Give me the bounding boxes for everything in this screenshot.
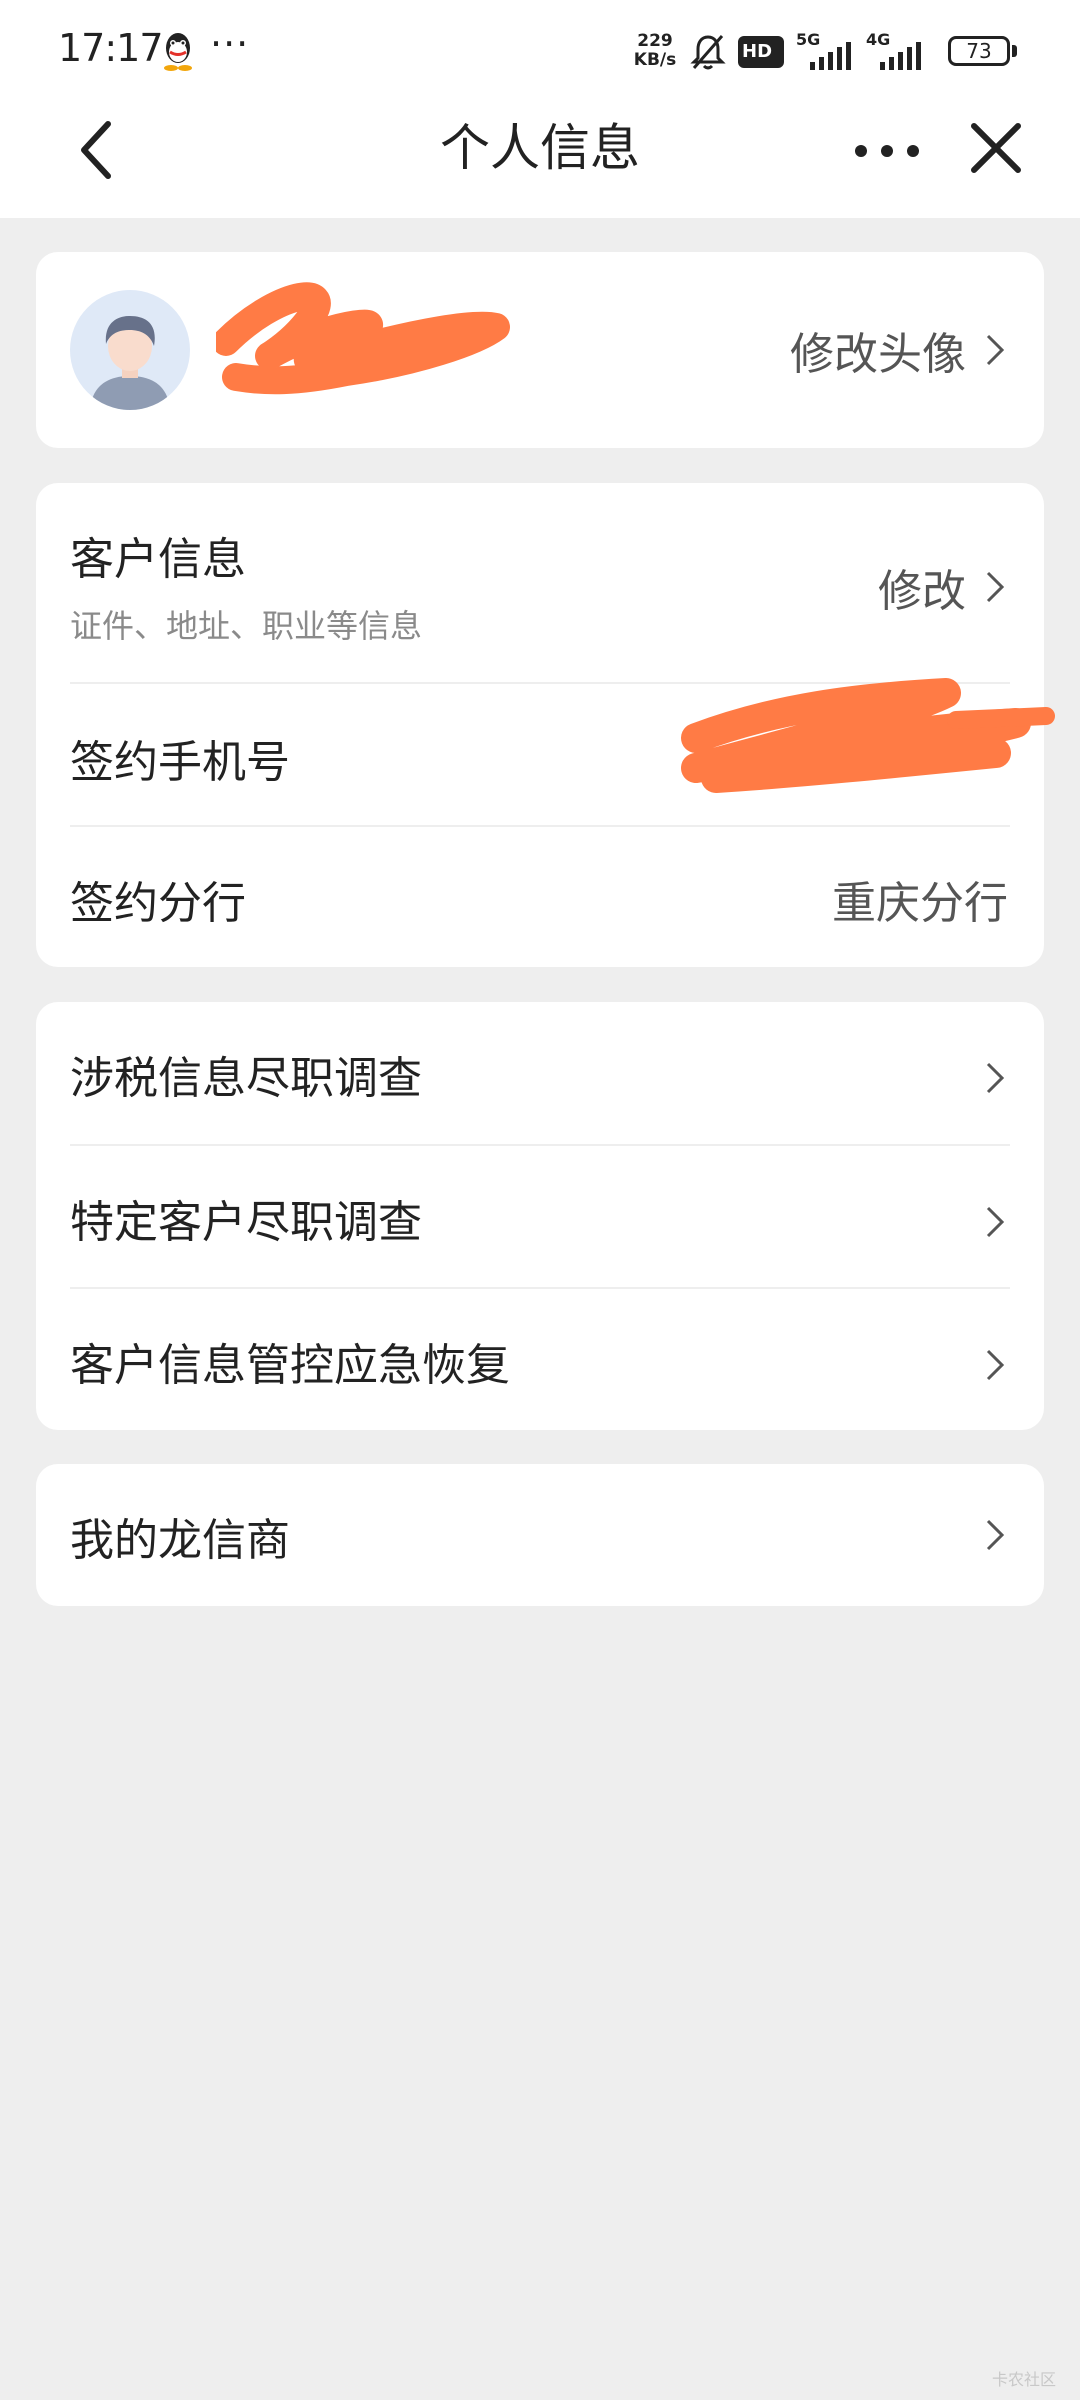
- battery-icon: 73: [948, 36, 1010, 66]
- specific-customer-survey-label: 特定客户尽职调查: [70, 1197, 422, 1248]
- chevron-right-icon: [986, 334, 1005, 366]
- branch-value: 重庆分行: [832, 878, 1008, 929]
- list-item[interactable]: 涉税信息尽职调查: [36, 1002, 1044, 1144]
- customer-info-row[interactable]: 客户信息 证件、地址、职业等信息 修改: [36, 483, 1044, 683]
- chevron-right-icon: [986, 571, 1005, 603]
- customer-info-sub: 证件、地址、职业等信息: [70, 607, 423, 645]
- chevron-right-icon: [986, 1206, 1005, 1238]
- list-item[interactable]: 特定客户尽职调查: [36, 1146, 1044, 1287]
- network-speed-value: 229: [637, 31, 673, 51]
- customer-info-card: 客户信息 证件、地址、职业等信息 修改 签约手机号 签约分行 重庆分行: [36, 483, 1055, 967]
- profile-card: 修改头像: [36, 252, 1044, 448]
- branch-label: 签约分行: [70, 878, 246, 929]
- tax-survey-label: 涉税信息尽职调查: [70, 1053, 422, 1104]
- battery-tip: [1012, 45, 1017, 57]
- qq-icon: [164, 33, 192, 71]
- dealer-label: 我的龙信商: [70, 1515, 290, 1566]
- network-speed-unit: KB/s: [633, 50, 677, 70]
- redaction-scribble: [216, 282, 510, 395]
- signal-bars-icon: [880, 42, 921, 70]
- close-icon[interactable]: [968, 120, 1024, 176]
- signal-5g-icon: 5G: [796, 30, 860, 70]
- signal-4g-icon: 4G: [866, 30, 930, 70]
- avatar: [70, 290, 190, 410]
- phone-label: 签约手机号: [70, 737, 290, 788]
- redaction-scribble: [681, 678, 1055, 793]
- change-avatar-label[interactable]: 修改头像: [790, 318, 966, 382]
- status-more-icon: ···: [210, 22, 250, 66]
- status-time: 17:17: [58, 26, 164, 70]
- branch-row: 签约分行 重庆分行: [36, 827, 1044, 967]
- signal-bars-icon: [810, 42, 851, 70]
- chevron-right-icon: [986, 1519, 1005, 1551]
- more-options-icon[interactable]: [852, 126, 922, 176]
- customer-info-label: 客户信息: [70, 534, 246, 585]
- due-diligence-card: 涉税信息尽职调查 特定客户尽职调查 客户信息管控应急恢复: [36, 1002, 1044, 1430]
- chevron-right-icon: [986, 1349, 1005, 1381]
- watermark: 卡农社区: [991, 2370, 1056, 2389]
- dealer-card[interactable]: 我的龙信商: [36, 1464, 1044, 1606]
- list-item[interactable]: 客户信息管控应急恢复: [36, 1289, 1044, 1430]
- mute-bell-icon: [690, 35, 726, 70]
- user-avatar-icon: [90, 316, 170, 410]
- hd-voice-badge: HD: [738, 36, 784, 68]
- chevron-right-icon: [986, 1062, 1005, 1094]
- customer-info-edit[interactable]: 修改: [878, 555, 966, 619]
- info-control-recovery-label: 客户信息管控应急恢复: [70, 1340, 510, 1391]
- network-speed: 229 KB/s: [628, 32, 682, 70]
